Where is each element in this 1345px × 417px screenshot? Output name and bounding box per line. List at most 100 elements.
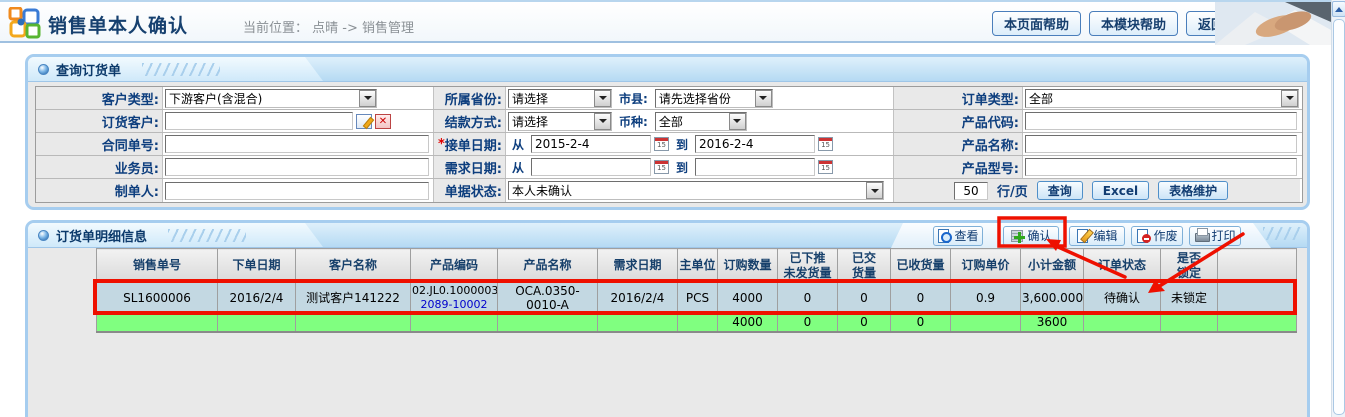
cell-status: 待确认 xyxy=(1084,283,1161,313)
summary-cell-pushed-unshipped: 0 xyxy=(778,313,838,332)
col-header: 需求日期 xyxy=(598,249,678,283)
receive-date-from-input[interactable] xyxy=(531,135,651,153)
query-button[interactable]: 查询 xyxy=(1037,181,1083,200)
demand-date-from-input[interactable] xyxy=(531,158,651,176)
demand-date-to-input[interactable] xyxy=(695,158,815,176)
table-header-row: 销售单号 下单日期 客户名称 产品编码 产品名称 需求日期 主单位 订购数量 已… xyxy=(97,249,1297,283)
select-value: 请选择 xyxy=(509,113,594,130)
from-label: 从 xyxy=(512,136,524,153)
required-mark: * xyxy=(438,137,445,152)
scrollbar-thumb[interactable] xyxy=(1333,19,1345,415)
order-type-cell: 全部 xyxy=(1023,87,1302,109)
product-code-input[interactable] xyxy=(1025,112,1297,130)
product-code-link[interactable]: 2089-10002 xyxy=(412,298,496,312)
product-name-cell xyxy=(1023,133,1302,155)
scroll-up-button[interactable] xyxy=(1332,1,1345,17)
cell-unit-price: 0.9 xyxy=(951,283,1021,313)
col-header: 已下推 未发货量 xyxy=(778,249,838,283)
from-label: 从 xyxy=(512,159,524,176)
summary-cell xyxy=(678,313,718,332)
col-header: 产品编码 xyxy=(411,249,498,283)
col-header: 是否 锁定 xyxy=(1161,249,1218,283)
view-button[interactable]: 查看 xyxy=(933,226,983,246)
detail-panel-title: 订货单明细信息 xyxy=(56,226,147,245)
confirm-button[interactable]: 确认 xyxy=(1003,226,1059,246)
demand-date-label: 需求日期: xyxy=(434,156,506,178)
order-type-select[interactable]: 全部 xyxy=(1025,89,1299,108)
receive-date-to-input[interactable] xyxy=(695,135,815,153)
city-select[interactable]: 请先选择省份 xyxy=(655,89,773,108)
chevron-down-icon[interactable] xyxy=(729,113,746,130)
creator-input[interactable] xyxy=(165,182,429,200)
summary-cell xyxy=(1084,313,1161,332)
cell-subtotal: 3,600.0000 xyxy=(1021,283,1084,313)
chevron-down-icon[interactable] xyxy=(866,182,883,199)
contract-no-label: 合同单号: xyxy=(36,133,163,155)
handshake-photo xyxy=(1215,2,1331,45)
customer-type-cell: 下游客户(含混合) xyxy=(163,87,434,109)
product-model-cell xyxy=(1023,156,1302,178)
receive-date-cell: 从 到 xyxy=(506,133,894,155)
screen: 销售单本人确认 当前位置： 点晴 -> 销售管理 本页面帮助 本模块帮助 返回 … xyxy=(0,0,1345,417)
print-button[interactable]: 打印 xyxy=(1189,226,1241,246)
page-help-button[interactable]: 本页面帮助 xyxy=(992,11,1081,36)
currency-label: 币种: xyxy=(619,113,648,130)
product-name-label: 产品名称: xyxy=(894,133,1023,155)
doc-status-select[interactable]: 本人未确认 xyxy=(508,181,884,200)
calendar-icon[interactable] xyxy=(818,137,833,151)
summary-cell xyxy=(218,313,296,332)
currency-select[interactable]: 全部 xyxy=(655,112,747,131)
calendar-icon[interactable] xyxy=(654,137,669,151)
vertical-scrollbar[interactable] xyxy=(1331,0,1345,417)
detail-panel: 订货单明细信息 查看 确认 编辑 作废 xyxy=(25,220,1310,417)
product-code-label: 产品代码: xyxy=(894,110,1023,132)
pick-customer-icon[interactable] xyxy=(356,114,372,129)
void-button[interactable]: 作废 xyxy=(1131,226,1183,246)
order-customer-input[interactable] xyxy=(165,112,353,130)
cell-locked: 未锁定 xyxy=(1161,283,1218,313)
product-model-input[interactable] xyxy=(1025,158,1297,176)
cell-sales-no: SL1600006 xyxy=(97,283,218,313)
product-name-input[interactable] xyxy=(1025,135,1297,153)
rows-per-page-input[interactable] xyxy=(954,182,988,200)
table-maintain-button[interactable]: 表格维护 xyxy=(1158,181,1228,200)
cell-demand-date: 2016/2/4 xyxy=(598,283,678,313)
form-row: 订货客户: ✕ 结款方式: 请选择 币种: 全部 xyxy=(36,110,1302,133)
chevron-down-icon[interactable] xyxy=(359,90,376,107)
province-label: 所属省份: xyxy=(434,87,506,109)
summary-cell xyxy=(97,313,218,332)
col-header: 客户名称 xyxy=(296,249,411,283)
summary-cell xyxy=(1161,313,1218,332)
chevron-down-icon[interactable] xyxy=(755,90,772,107)
customer-type-select[interactable]: 下游客户(含混合) xyxy=(165,89,377,108)
clear-customer-icon[interactable]: ✕ xyxy=(375,114,391,129)
payment-method-select[interactable]: 请选择 xyxy=(508,112,612,131)
excel-button[interactable]: Excel xyxy=(1092,181,1149,200)
to-label: 到 xyxy=(676,136,688,153)
paging-and-actions-cell: 行/页 查询 Excel 表格维护 xyxy=(894,179,1300,202)
chevron-down-icon[interactable] xyxy=(594,113,611,130)
salesman-input[interactable] xyxy=(165,158,429,176)
order-type-label: 订单类型: xyxy=(894,87,1023,109)
chevron-down-icon[interactable] xyxy=(1281,90,1298,107)
chevron-down-icon[interactable] xyxy=(594,90,611,107)
col-header: 主单位 xyxy=(678,249,718,283)
cell-product-code: 02.JL0.1000003 2089-10002 xyxy=(411,283,498,313)
edit-button[interactable]: 编辑 xyxy=(1069,226,1125,246)
province-select[interactable]: 请选择 xyxy=(508,89,612,108)
demand-date-cell: 从 到 xyxy=(506,156,894,178)
calendar-icon[interactable] xyxy=(654,160,669,174)
module-help-button[interactable]: 本模块帮助 xyxy=(1089,11,1178,36)
print-icon xyxy=(1194,228,1209,243)
cell-delivered: 0 xyxy=(838,283,891,313)
creator-label: 制单人: xyxy=(36,179,163,202)
contract-no-input[interactable] xyxy=(165,135,429,153)
calendar-icon[interactable] xyxy=(818,160,833,174)
col-header: 已交 货量 xyxy=(838,249,891,283)
page-title: 销售单本人确认 xyxy=(48,11,188,38)
order-row-selected[interactable]: SL1600006 2016/2/4 测试客户141222 02.JL0.100… xyxy=(97,283,1297,313)
form-row: 合同单号: * 接单日期: 从 到 产品名称: xyxy=(36,133,1302,156)
select-value: 下游客户(含混合) xyxy=(166,90,359,107)
app-logo-icon xyxy=(8,7,42,39)
summary-cell xyxy=(598,313,678,332)
